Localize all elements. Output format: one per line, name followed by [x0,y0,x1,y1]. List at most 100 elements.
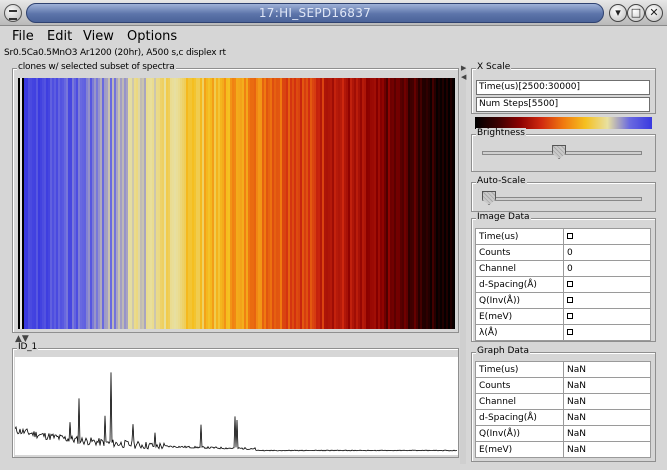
time-range-field[interactable]: Time(us)[2500:30000] [476,80,650,95]
image_data-value [563,308,651,325]
spectrum-stripe [48,78,50,329]
spectrum-graph[interactable] [15,357,458,455]
maximize-button[interactable]: □ [627,4,645,22]
spectrum-stripe [140,78,142,329]
auto-scale-panel: Auto-Scale [471,176,656,212]
image_data-key: Time(us) [475,228,564,245]
num-steps-field[interactable]: Num Steps[5500] [476,97,650,112]
spectrum-stripe [150,78,152,329]
value-checkbox[interactable] [567,281,573,287]
spectrum-stripe [446,78,448,329]
spectrum-stripe [328,78,330,329]
graph_data-key: Time(us) [475,361,564,378]
value-checkbox[interactable] [567,297,573,303]
x-scale-panel: X Scale Time(us)[2500:30000] Num Steps[5… [471,62,656,114]
spectrum-stripe [410,78,412,329]
menu-file[interactable]: File [12,29,34,44]
value-checkbox[interactable] [567,313,573,319]
spectrum-stripe [74,78,76,329]
spectrum-stripe [42,78,44,329]
spectrum-stripe [444,78,446,329]
spectrum-stripe [426,78,428,329]
spectrum-stripe [268,78,270,329]
spectrum-stripe [58,78,60,329]
spectrum-stripe [374,78,376,329]
image-data-table: Time(us) Counts 0 Channel 0 d-Spacing(Å) Q(Inv… [475,228,651,341]
image_data-key: Channel [475,260,564,277]
dataset-title: Sr0.5Ca0.5MnO3 Ar1200 (20hr), A500 s,c d… [4,48,226,58]
spectrum-stripe [364,78,366,329]
spectrum-stripe [260,78,262,329]
window-menu-button[interactable] [4,4,22,22]
spectrum-stripe [26,78,28,329]
spectrum-stripe [166,78,168,329]
spectrum-stripe [30,78,32,329]
spectrum-stripe [228,78,230,329]
image_data-value [563,228,651,245]
image-panel-label: clones w/ selected subset of spectra [17,62,176,72]
spectrum-stripe [424,78,426,329]
spectrum-stripe [326,78,328,329]
spectrum-stripe [226,78,228,329]
spectrum-stripe [248,78,250,329]
vertical-splitter[interactable] [460,66,466,464]
spectrum-stripe [108,78,110,329]
spectrum-stripe [62,78,64,329]
spectrum-stripe [432,78,434,329]
spectrum-stripe [346,78,348,329]
spectrum-stripe [366,78,368,329]
minimize-button[interactable]: ▾ [609,4,627,22]
spectrum-stripe [412,78,414,329]
spectrum-stripe [434,78,436,329]
auto-scale-track[interactable] [482,197,642,201]
spectrum-stripe [190,78,192,329]
image_data-key: Counts [475,244,564,261]
colorscale-segment [651,117,652,129]
title-bar[interactable]: 17:HI_SEPD16837 ▾ □ ✕ [0,0,667,26]
menu-edit[interactable]: Edit [47,29,72,44]
spectrum-stripe [28,78,30,329]
value-checkbox[interactable] [567,329,573,335]
brightness-slider-thumb[interactable] [552,145,567,159]
spectrum-stripe [118,78,120,329]
graph-trace [15,372,458,452]
splitter-left-arrow[interactable]: ◀ [461,73,466,81]
value-checkbox[interactable] [567,233,573,239]
spectrum-stripe [92,78,94,329]
spectrum-image[interactable] [18,78,455,329]
spectrum-stripe [120,78,122,329]
table-row: E(meV) [475,308,651,325]
menu-options[interactable]: Options [127,29,177,44]
spectrum-stripe [46,78,48,329]
spectrum-stripe [212,78,214,329]
spectrum-stripe [24,78,26,329]
spectrum-stripe [274,78,276,329]
graph_data-value: NaN [563,361,651,378]
spectrum-stripe [202,78,204,329]
graph-data-panel: Graph Data Time(us) NaN Counts NaN Channel Na… [471,346,656,462]
auto-scale-slider-thumb[interactable] [482,191,496,205]
spectrum-stripe [392,78,394,329]
spectrum-stripe [254,78,256,329]
graph_data-key: E(meV) [475,441,564,458]
spectrum-stripe [288,78,290,329]
spectrum-stripe [156,78,158,329]
spectrum-edge [20,78,22,329]
spectrum-stripe [186,78,188,329]
spectrum-stripe [134,78,136,329]
table-row: Channel NaN [475,393,651,410]
spectrum-stripe [358,78,360,329]
spectrum-stripe [98,78,100,329]
spectrum-stripe [416,78,418,329]
spectrum-stripe [296,78,298,329]
spectrum-stripe [50,78,52,329]
graph-panel-label: ID_1 [17,342,39,352]
table-row: d-Spacing(Å) [475,276,651,293]
splitter-right-arrow[interactable]: ▶ [461,64,466,72]
close-button[interactable]: ✕ [645,4,663,22]
spectrum-stripe [302,78,304,329]
spectrum-stripe [68,78,70,329]
spectrum-stripe [318,78,320,329]
image_data-value [563,324,651,341]
menu-view[interactable]: View [83,29,114,44]
